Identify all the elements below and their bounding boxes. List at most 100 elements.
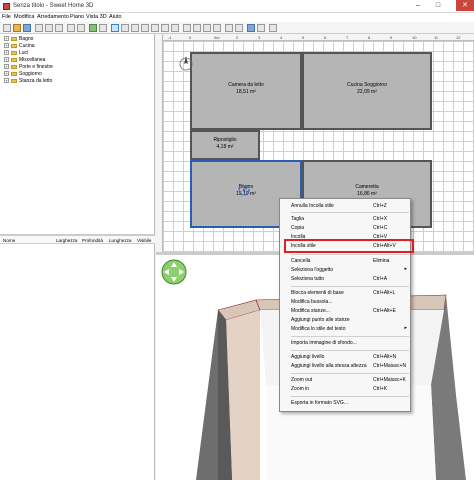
add-furniture-icon[interactable] xyxy=(89,24,97,32)
new-file-icon[interactable] xyxy=(3,24,11,32)
menu-item-shortcut: Ctrl+Alt+E xyxy=(373,308,396,314)
catalog-category-cucina[interactable]: + Cucina xyxy=(4,43,35,49)
menu-item-label: Seleziona l'oggetto xyxy=(291,267,334,273)
create-video-icon[interactable] xyxy=(257,24,265,32)
text-bold-icon[interactable] xyxy=(183,24,191,32)
menu-item-seleziona-oggetto[interactable]: Seleziona l'oggetto ▸ xyxy=(291,266,409,274)
menu-item-importa-immagine[interactable]: Importa immagine di sfondo... xyxy=(291,339,409,347)
select-mode-icon[interactable] xyxy=(111,24,119,32)
room-name: Cucina Soggiorno xyxy=(347,82,387,88)
compass-icon[interactable] xyxy=(178,54,194,72)
text-smaller-icon[interactable] xyxy=(213,24,221,32)
menu-separator xyxy=(291,373,409,374)
submenu-arrow-icon: ▸ xyxy=(404,266,407,272)
catalog-category-stanza-letto[interactable]: + Stanza da letto xyxy=(4,78,52,84)
menu-item-aggiungi-punto[interactable]: Aggiungi punto alle stanze xyxy=(291,316,409,324)
navigation-arrows-icon[interactable] xyxy=(161,259,187,285)
create-walls-icon[interactable] xyxy=(131,24,139,32)
menu-item-aggiungi-livello-stessa-altezza[interactable]: Aggiungi livello alla stessa altezza Ctrl… xyxy=(291,362,409,370)
menu-item-modifica-stile-testo[interactable]: Modifica lo stile del testo ▸ xyxy=(291,325,409,333)
ruler-label: 11 xyxy=(434,35,439,40)
menu-item-copia[interactable]: Copia Ctrl+C xyxy=(291,224,409,232)
menu-item-seleziona-tutto[interactable]: Seleziona tutto Ctrl+A xyxy=(291,275,409,283)
room-cucina-soggiorno[interactable]: Cucina Soggiorno 22,09 m² xyxy=(302,52,432,130)
room-camera-da-letto[interactable]: Camera da letto 18,51 m² xyxy=(190,52,302,130)
expand-icon[interactable]: + xyxy=(4,64,9,70)
catalog-category-miscellanea[interactable]: + Miscellanea xyxy=(4,57,45,63)
redo-icon[interactable] xyxy=(55,24,63,32)
menu-item-modifica-bussola[interactable]: Modifica bussola... xyxy=(291,298,409,306)
expand-icon[interactable]: + xyxy=(4,36,9,42)
menu-separator xyxy=(291,396,409,397)
menu-vista3d[interactable]: Vista 3D xyxy=(86,14,107,20)
menu-file[interactable]: File xyxy=(2,14,11,20)
column-visibile[interactable]: Visibile xyxy=(137,238,151,243)
menu-piano[interactable]: Piano xyxy=(70,14,84,20)
column-nome[interactable]: Nome xyxy=(3,238,15,243)
menu-item-zoom-in[interactable]: Zoom in Ctrl+K xyxy=(291,385,409,393)
menu-item-taglia[interactable]: Taglia Ctrl+X xyxy=(291,215,409,223)
ruler-label: 0m xyxy=(214,35,220,40)
text-italic-icon[interactable] xyxy=(193,24,201,32)
text-larger-icon[interactable] xyxy=(203,24,211,32)
menu-aiuto[interactable]: Aiuto xyxy=(109,14,122,20)
menu-item-modifica-stanze[interactable]: Modifica stanze... Ctrl+Alt+E xyxy=(291,307,409,315)
zoom-out-icon[interactable] xyxy=(235,24,243,32)
import-icon[interactable] xyxy=(99,24,107,32)
catalog-category-bagno[interactable]: + Bagno xyxy=(4,36,33,42)
ruler-label: 10 xyxy=(412,35,417,40)
menu-modifica[interactable]: Modifica xyxy=(14,14,34,20)
menu-item-blocca-elementi[interactable]: Blocca elementi di base Ctrl+Alt+L xyxy=(291,289,409,297)
menu-separator xyxy=(291,286,409,287)
copy-icon[interactable] xyxy=(67,24,75,32)
zoom-in-icon[interactable] xyxy=(225,24,233,32)
close-button[interactable]: ✕ xyxy=(456,0,474,11)
menu-arredamento[interactable]: Arredamento xyxy=(37,14,69,20)
expand-icon[interactable]: + xyxy=(4,43,9,49)
create-photo-icon[interactable] xyxy=(247,24,255,32)
furniture-table-header: Nome Larghezza Profondità Lunghezza Visi… xyxy=(0,236,155,244)
menu-item-esporta-svg[interactable]: Esporta in formato SVG... xyxy=(291,399,409,407)
rotate-handle-icon[interactable] xyxy=(236,182,252,198)
menu-item-annulla-incolla-stile[interactable]: Annulla Incolla stile Ctrl+Z xyxy=(291,202,409,210)
submenu-arrow-icon: ▸ xyxy=(404,325,407,331)
highlight-box xyxy=(284,239,414,253)
catalog-category-porte-finestre[interactable]: + Porte e finestre xyxy=(4,64,53,70)
column-lunghezza[interactable]: Lunghezza xyxy=(109,238,131,243)
menu-item-zoom-out[interactable]: Zoom out Ctrl+Maiusc+K xyxy=(291,376,409,384)
help-icon[interactable] xyxy=(269,24,277,32)
paste-icon[interactable] xyxy=(77,24,85,32)
room-ripostiglio[interactable]: Ripostiglio 4,18 m² xyxy=(190,130,260,160)
create-polylines-icon[interactable] xyxy=(151,24,159,32)
menu-item-cancella[interactable]: Cancella Elimina xyxy=(291,257,409,265)
ruler-label: 5 xyxy=(302,35,305,40)
menu-item-shortcut: Ctrl+K xyxy=(373,386,388,392)
catalog-category-luci[interactable]: + Luci xyxy=(4,50,28,56)
expand-icon[interactable]: + xyxy=(4,71,9,77)
add-text-icon[interactable] xyxy=(171,24,179,32)
maximize-button[interactable]: □ xyxy=(431,0,445,11)
undo-icon[interactable] xyxy=(45,24,53,32)
menu-item-label: Copia xyxy=(291,225,305,231)
menu-item-shortcut: Elimina xyxy=(373,258,390,264)
create-rooms-icon[interactable] xyxy=(141,24,149,32)
column-larghezza[interactable]: Larghezza xyxy=(56,238,77,243)
minimize-button[interactable]: – xyxy=(411,0,425,11)
expand-icon[interactable]: + xyxy=(4,78,9,84)
menu-item-aggiungi-livello[interactable]: Aggiungi livello Ctrl+Alt+N xyxy=(291,353,409,361)
cut-icon[interactable] xyxy=(35,24,43,32)
ruler-label: 8 xyxy=(368,35,371,40)
menu-item-label: Aggiungi livello alla stessa altezza xyxy=(291,363,367,369)
expand-icon[interactable]: + xyxy=(4,50,9,56)
pan-mode-icon[interactable] xyxy=(121,24,129,32)
menu-item-label: Modifica lo stile del testo xyxy=(291,326,346,332)
expand-icon[interactable]: + xyxy=(4,57,9,63)
create-dimensions-icon[interactable] xyxy=(161,24,169,32)
catalog-category-soggiorno[interactable]: + Soggiorno xyxy=(4,71,42,77)
column-profondita[interactable]: Profondità xyxy=(82,238,103,243)
open-folder-icon[interactable] xyxy=(13,24,21,32)
menu-item-label: Cancella xyxy=(291,258,311,264)
save-icon[interactable] xyxy=(23,24,31,32)
room-area: 18,51 m² xyxy=(236,89,256,95)
menu-item-shortcut: Ctrl+Maiusc+N xyxy=(373,363,407,369)
